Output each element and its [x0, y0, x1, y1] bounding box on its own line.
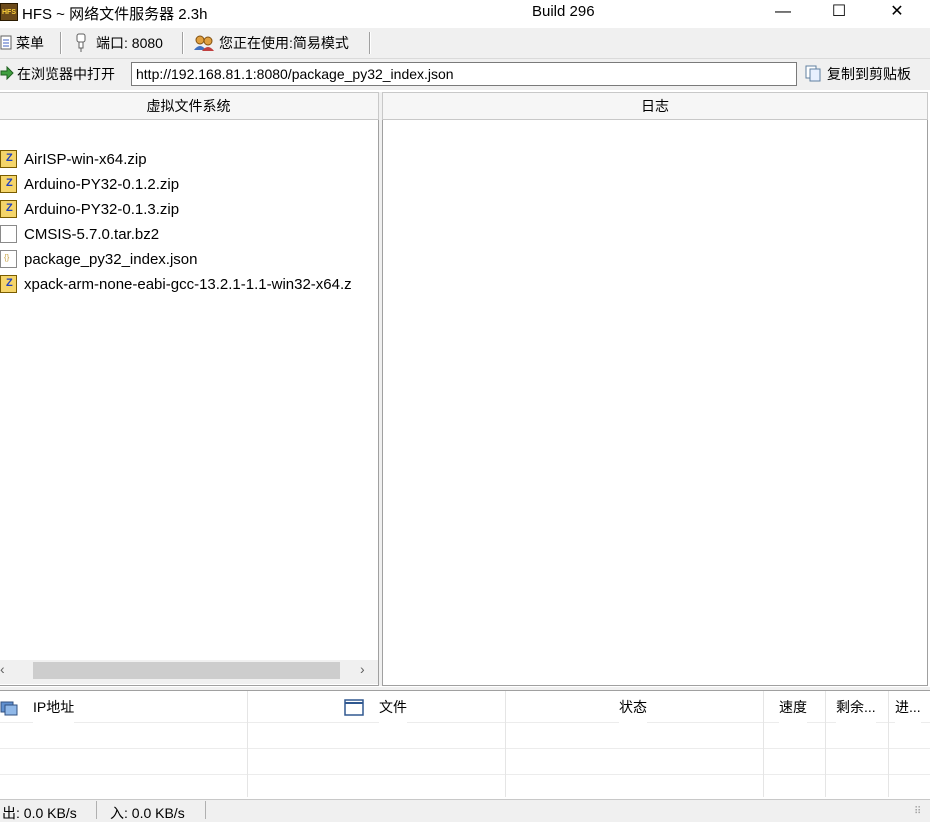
column-header-speed[interactable]: 速度: [779, 691, 807, 723]
open-in-browser-button[interactable]: 在浏览器中打开: [17, 63, 115, 85]
copy-to-clipboard-button[interactable]: 复制到剪贴板: [827, 63, 911, 85]
log-panel-title: 日志: [382, 92, 928, 120]
file-name: package_py32_index.json: [24, 251, 198, 268]
scrollbar-thumb[interactable]: [33, 662, 340, 679]
menu-button[interactable]: 菜单: [16, 32, 44, 54]
status-divider: [205, 801, 206, 819]
column-header-progress[interactable]: 进...: [895, 691, 921, 723]
copy-icon: [805, 65, 821, 82]
file-name: xpack-arm-none-eabi-gcc-13.2.1-1.1-win32…: [24, 276, 352, 293]
resize-grip-icon[interactable]: ⠿: [914, 806, 921, 817]
column-divider[interactable]: [505, 691, 506, 797]
table-row-line: [0, 748, 930, 749]
port-button[interactable]: 端口: 8080: [96, 32, 163, 54]
scroll-left-icon[interactable]: ‹: [0, 661, 5, 677]
toolbar-divider: [60, 32, 62, 54]
toolbar-divider: [369, 32, 371, 54]
column-divider[interactable]: [247, 691, 248, 797]
column-header-status[interactable]: 状态: [619, 691, 647, 723]
status-divider: [96, 801, 97, 819]
build-label: Build 296: [532, 3, 595, 20]
column-header-ip[interactable]: IP地址: [33, 691, 75, 723]
maximize-button[interactable]: ☐: [816, 0, 862, 26]
vfs-panel-title: 虚拟文件系统: [0, 92, 379, 120]
minimize-button[interactable]: —: [760, 0, 806, 26]
column-header-remaining[interactable]: 剩余...: [836, 691, 876, 723]
download-speed: 入: 0.0 KB/s: [110, 805, 185, 821]
table-row-line: [0, 774, 930, 775]
users-icon: [194, 35, 214, 51]
column-divider[interactable]: [763, 691, 764, 797]
json-file-icon: [0, 250, 17, 268]
file-name: AirISP-win-x64.zip: [24, 151, 147, 168]
hfs-app-icon[interactable]: HFS: [0, 3, 18, 21]
plug-icon: [76, 33, 86, 52]
file-name: Arduino-PY32-0.1.2.zip: [24, 176, 180, 193]
zip-file-icon: [0, 275, 17, 293]
column-divider[interactable]: [888, 691, 889, 797]
upload-speed: 出: 0.0 KB/s: [2, 805, 77, 821]
file-name: Arduino-PY32-0.1.3.zip: [24, 201, 180, 218]
window-title: HFS ~ 网络文件服务器 2.3h: [22, 6, 208, 23]
zip-file-icon: [0, 150, 17, 168]
log-area[interactable]: [382, 120, 928, 686]
toolbar-divider: [182, 32, 184, 54]
file-item[interactable]: xpack-arm-none-eabi-gcc-13.2.1-1.1-win32…: [0, 272, 378, 297]
network-icon: [0, 701, 18, 716]
window-icon: [344, 699, 364, 716]
column-divider[interactable]: [825, 691, 826, 797]
mode-button[interactable]: 您正在使用:简易模式: [219, 32, 349, 54]
column-header-file[interactable]: 文件: [379, 691, 407, 723]
scroll-right-icon[interactable]: ›: [360, 661, 365, 677]
open-arrow-icon: [0, 66, 14, 80]
menu-icon: [0, 35, 12, 50]
generic-file-icon: [0, 225, 17, 243]
zip-file-icon: [0, 200, 17, 218]
url-field[interactable]: http://192.168.81.1:8080/package_py32_in…: [131, 62, 797, 86]
file-name: CMSIS-5.7.0.tar.bz2: [24, 226, 160, 243]
close-button[interactable]: ✕: [874, 0, 920, 26]
zip-file-icon: [0, 175, 17, 193]
